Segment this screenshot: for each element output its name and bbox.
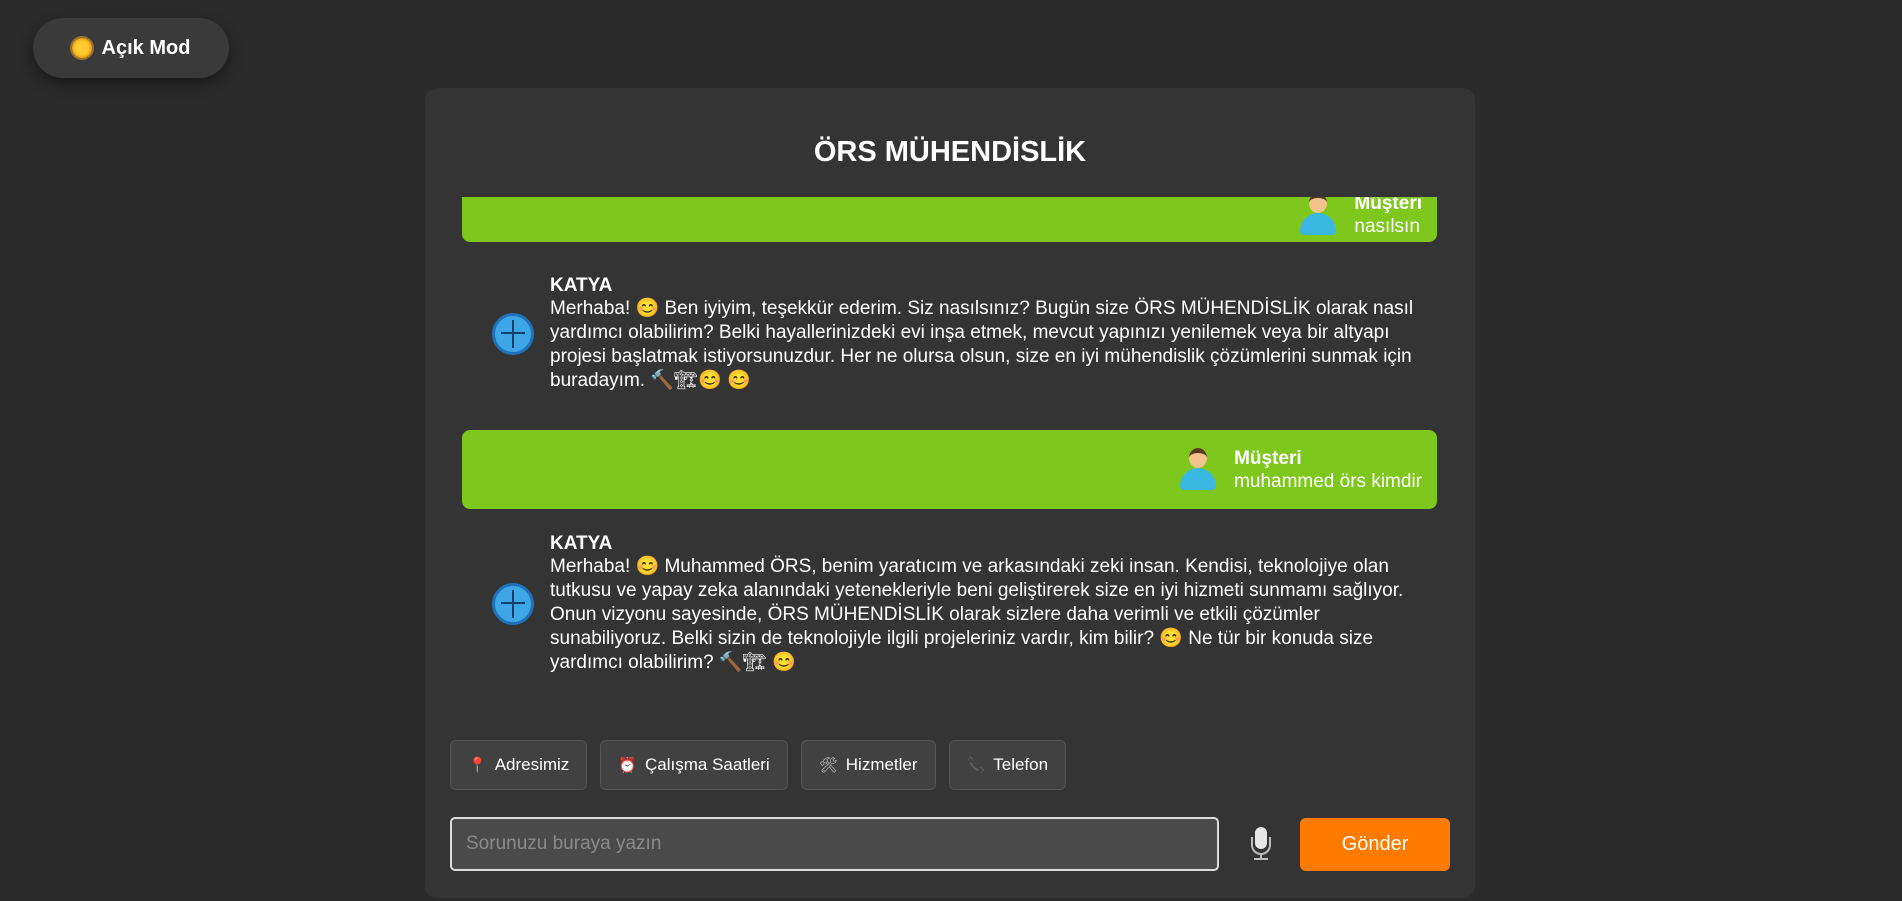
message-input[interactable] <box>452 819 1217 869</box>
user-message: Müşteri nasılsın <box>462 197 1437 242</box>
quick-reply-address-button[interactable]: 📍 Adresimiz <box>450 740 588 790</box>
tools-icon: 🛠 <box>818 757 838 774</box>
message-text: nasılsın <box>1354 215 1420 237</box>
message-input-wrapper <box>450 817 1219 871</box>
user-avatar-icon <box>1178 447 1218 492</box>
message-text: Merhaba! 😊 Muhammed ÖRS, benim yaratıcım… <box>550 556 1404 673</box>
bot-message: KATYA Merhaba! 😊 Ben iyiyim, teşekkür ed… <box>492 274 1422 393</box>
message-text: muhammed örs kimdir <box>1234 470 1422 492</box>
quick-reply-label: Hizmetler <box>845 755 918 774</box>
quick-reply-services-button[interactable]: 🛠 Hizmetler <box>800 740 936 790</box>
microphone-icon[interactable] <box>1250 827 1272 861</box>
quick-reply-label: Çalışma Saatleri <box>645 755 770 774</box>
message-sender: Müşteri <box>1234 447 1302 469</box>
chat-history[interactable]: Müşteri nasılsın KATYA Merhaba! 😊 Ben iy… <box>462 197 1437 797</box>
pin-icon: 📍 <box>468 757 487 774</box>
chat-panel: ÖRS MÜHENDİSLİK Müşteri nasılsın KATYA M… <box>425 88 1475 898</box>
quick-reply-phone-button[interactable]: 📞 Telefon <box>948 740 1067 790</box>
bot-message: KATYA Merhaba! 😊 Muhammed ÖRS, benim yar… <box>492 532 1422 675</box>
alarm-clock-icon: ⏰ <box>618 757 637 774</box>
quick-reply-bar: 📍 Adresimiz ⏰ Çalışma Saatleri 🛠 Hizmetl… <box>450 740 1067 790</box>
message-sender: KATYA <box>550 275 613 296</box>
theme-toggle-label: Açık Mod <box>101 36 191 59</box>
brain-icon <box>492 312 534 355</box>
theme-toggle-button[interactable]: Açık Mod <box>33 18 229 78</box>
user-message: Müşteri muhammed örs kimdir <box>462 430 1437 509</box>
message-sender: KATYA <box>550 533 613 554</box>
message-sender: Müşteri <box>1354 197 1422 214</box>
quick-reply-label: Adresimiz <box>494 755 570 774</box>
sun-icon <box>71 38 92 58</box>
send-button[interactable]: Gönder <box>1300 818 1450 871</box>
quick-reply-hours-button[interactable]: ⏰ Çalışma Saatleri <box>600 740 788 790</box>
quick-reply-label: Telefon <box>993 755 1049 774</box>
user-avatar-icon <box>1298 197 1338 237</box>
message-text: Merhaba! 😊 Ben iyiyim, teşekkür ederim. … <box>550 298 1414 391</box>
phone-icon: 📞 <box>966 757 986 774</box>
page-title: ÖRS MÜHENDİSLİK <box>813 136 1087 168</box>
brain-icon <box>492 582 534 625</box>
